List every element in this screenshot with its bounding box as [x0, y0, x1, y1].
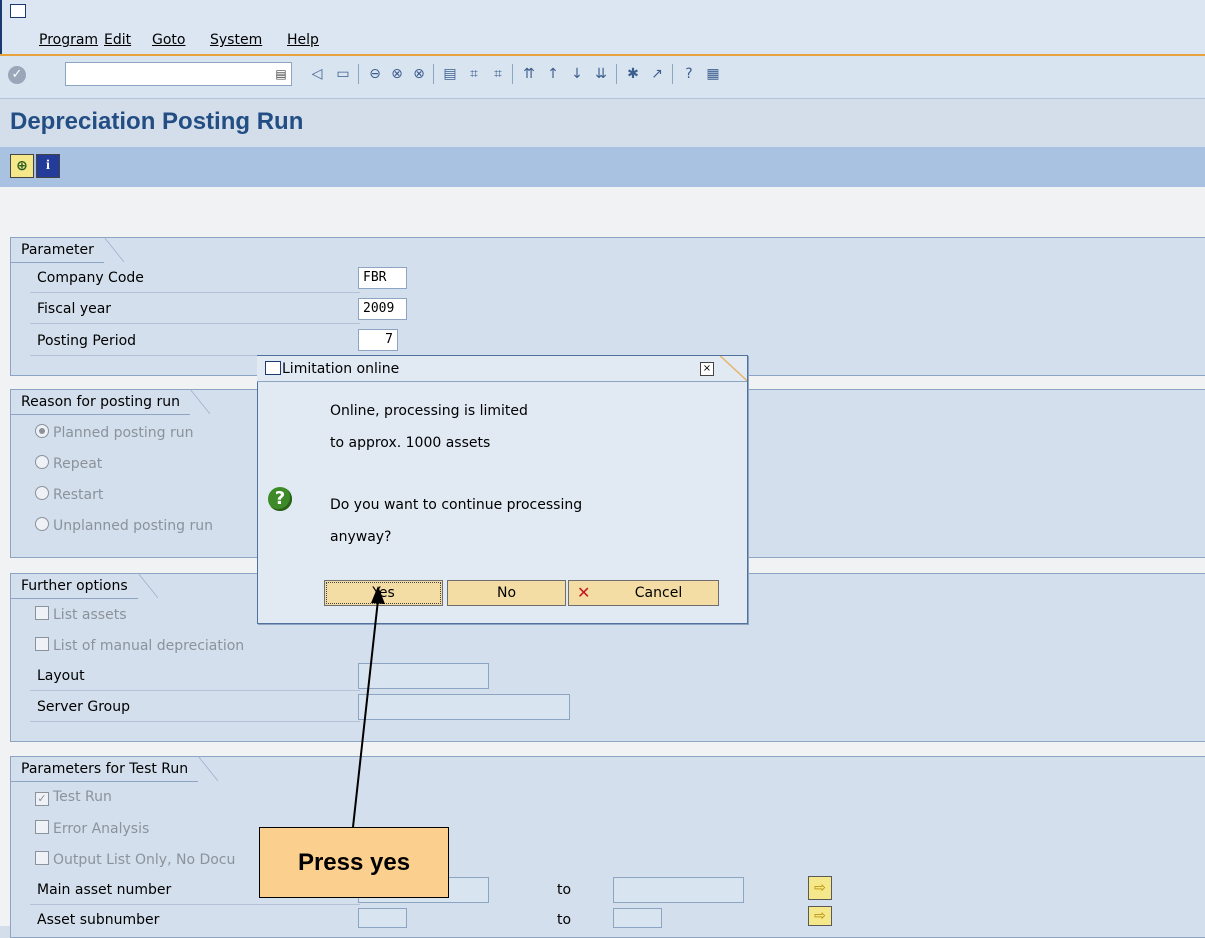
radio-planned[interactable]: Planned posting run	[35, 424, 193, 441]
exit-icon[interactable]: ⊗	[388, 65, 406, 83]
checkbox-error-analysis[interactable]: Error Analysis	[35, 820, 149, 837]
dialog-title: Limitation online	[282, 361, 400, 377]
group-title: Further options	[10, 573, 158, 599]
radio-icon	[35, 517, 49, 531]
company-code-label: Company Code	[37, 270, 144, 286]
checkbox-icon	[35, 851, 49, 865]
dialog-menu-icon[interactable]	[265, 361, 281, 375]
to-label: to	[557, 882, 572, 898]
dialog-corner-decoration	[720, 356, 747, 381]
prev-page-icon[interactable]: ↑	[544, 65, 562, 83]
question-icon: ?	[268, 487, 292, 511]
checkbox-list-assets[interactable]: List assets	[35, 606, 127, 623]
checkbox-checked-icon: ✓	[35, 792, 49, 806]
cancel-x-icon: ✕	[577, 583, 591, 602]
application-toolbar	[0, 147, 1205, 187]
cancel-label: Cancel	[634, 585, 683, 601]
menu-program[interactable]: Program	[39, 32, 98, 48]
radio-restart[interactable]: Restart	[35, 486, 103, 503]
main-asset-label: Main asset number	[37, 882, 172, 898]
callout-box: Press yes	[259, 827, 449, 898]
layout-label: Layout	[37, 668, 85, 684]
close-icon[interactable]: ×	[700, 362, 714, 376]
fiscal-year-field[interactable]: 2009	[358, 298, 407, 320]
server-group-field[interactable]	[358, 694, 570, 720]
back-icon[interactable]: ⊖	[366, 65, 384, 83]
yes-button[interactable]: Yes	[324, 580, 443, 606]
dialog-message-line: Online, processing is limited	[330, 403, 528, 419]
find-icon[interactable]: ⌗	[465, 65, 483, 83]
new-session-icon[interactable]: ✱	[624, 65, 642, 83]
checkbox-list-manual[interactable]: List of manual depreciation	[35, 637, 244, 654]
cancel-icon[interactable]: ⊗	[410, 65, 428, 83]
asset-sub-to-field[interactable]	[613, 908, 662, 928]
asset-sub-from-field[interactable]	[358, 908, 407, 928]
page-title: Depreciation Posting Run	[10, 108, 304, 135]
execute-icon[interactable]: ⊕	[10, 154, 34, 178]
dialog-question-line: anyway?	[330, 529, 392, 545]
back-arrow-icon[interactable]: ◁	[308, 65, 326, 83]
radio-icon	[35, 455, 49, 469]
checkbox-icon	[35, 637, 49, 651]
radio-repeat[interactable]: Repeat	[35, 455, 102, 472]
posting-period-label: Posting Period	[37, 333, 137, 349]
checkbox-output-list[interactable]: Output List Only, No Docu	[35, 851, 235, 868]
server-group-label: Server Group	[37, 699, 130, 715]
window-edge	[0, 0, 2, 58]
system-menu-icon[interactable]	[10, 4, 26, 18]
enter-icon[interactable]: ✓	[8, 66, 26, 84]
help-icon[interactable]: ?	[680, 65, 698, 83]
fiscal-year-label: Fiscal year	[37, 301, 112, 317]
checkbox-icon	[35, 606, 49, 620]
find-next-icon[interactable]: ⌗	[489, 65, 507, 83]
shortcut-icon[interactable]: ↗	[648, 65, 666, 83]
multiple-selection-icon[interactable]: ⇨	[808, 906, 832, 926]
info-icon[interactable]: i	[36, 154, 60, 178]
radio-unplanned[interactable]: Unplanned posting run	[35, 517, 213, 534]
group-title: Parameters for Test Run	[10, 756, 219, 782]
company-code-field[interactable]: FBR	[358, 267, 407, 289]
first-page-icon[interactable]: ⇈	[520, 65, 538, 83]
command-history-icon[interactable]: ▤	[272, 65, 290, 83]
save-icon[interactable]: ▭	[334, 65, 352, 83]
menu-system[interactable]: System	[210, 32, 262, 48]
group-title: Parameter	[10, 237, 124, 263]
layout-field[interactable]	[358, 663, 489, 689]
test-run-group: Parameters for Test Run	[10, 756, 1205, 938]
checkbox-test-run[interactable]: ✓ Test Run	[35, 789, 112, 806]
print-icon[interactable]: ▤	[441, 65, 459, 83]
layout-icon[interactable]: ▦	[704, 65, 722, 83]
command-field[interactable]	[65, 62, 292, 86]
radio-selected-icon	[35, 424, 49, 438]
main-asset-to-field[interactable]	[613, 877, 744, 903]
radio-icon	[35, 486, 49, 500]
dialog-question-line: Do you want to continue processing	[330, 497, 583, 513]
menu-help[interactable]: Help	[287, 32, 319, 48]
posting-period-field[interactable]: 7	[358, 329, 398, 351]
last-page-icon[interactable]: ⇊	[592, 65, 610, 83]
no-button[interactable]: No	[447, 580, 566, 606]
multiple-selection-icon[interactable]: ⇨	[808, 876, 832, 900]
checkbox-icon	[35, 820, 49, 834]
cancel-button[interactable]: ✕ Cancel	[568, 580, 719, 606]
dialog-message-line: to approx. 1000 assets	[330, 435, 491, 451]
menu-edit[interactable]: Edit	[104, 32, 131, 48]
next-page-icon[interactable]: ↓	[568, 65, 586, 83]
menu-goto[interactable]: Goto	[152, 32, 185, 48]
group-title: Reason for posting run	[10, 389, 211, 415]
